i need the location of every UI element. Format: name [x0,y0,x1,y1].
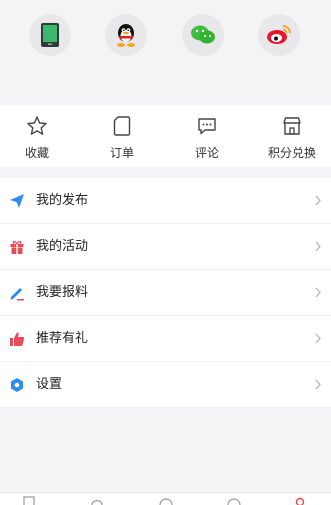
settings-label: 设置 [36,377,63,392]
video-tab-icon[interactable] [90,496,104,505]
comments-label: 评论 [194,146,219,160]
chevron-right-icon [315,379,321,390]
home-tab-icon[interactable] [22,496,36,505]
thumbs-up-icon [10,332,25,346]
weibo-login-button[interactable] [258,14,300,56]
profile-tab-icon[interactable] [293,496,307,505]
favorites-label: 收藏 [24,146,49,160]
phone-icon [41,23,59,47]
profile-page: 收藏 订单 评论 积分兑换 我的发布 我的活动 我要报料 推荐有礼 设置 [0,0,331,505]
qq-login-button[interactable] [105,14,147,56]
my-activities-item[interactable]: 我的活动 [0,224,331,270]
comment-icon [198,118,216,135]
orders-label: 订单 [109,146,134,160]
my-posts-label: 我的发布 [36,193,89,208]
points-exchange-button[interactable]: 积分兑换 [257,105,327,167]
bottom-tab-bar [0,492,331,505]
favorites-button[interactable]: 收藏 [2,105,72,167]
gift-icon [10,240,24,254]
my-activities-label: 我的活动 [36,239,89,254]
chevron-right-icon [315,287,321,298]
chevron-right-icon [315,241,321,252]
submit-tip-label: 我要报料 [36,285,89,300]
chevron-right-icon [315,333,321,344]
pen-icon [10,288,24,301]
quick-actions-bar: 收藏 订单 评论 积分兑换 [0,105,331,167]
qq-penguin-icon [117,24,135,47]
menu-list: 我的发布 我的活动 我要报料 推荐有礼 设置 [0,178,331,408]
wechat-icon [191,25,215,44]
referral-reward-label: 推荐有礼 [36,331,89,346]
login-methods-row [0,0,331,72]
settings-item[interactable]: 设置 [0,362,331,408]
wechat-login-button[interactable] [182,14,224,56]
settings-icon [11,378,23,392]
star-icon [27,116,47,135]
referral-reward-item[interactable]: 推荐有礼 [0,316,331,362]
store-icon [283,117,301,135]
my-posts-item[interactable]: 我的发布 [0,178,331,224]
discover-tab-icon[interactable] [159,496,173,505]
weibo-icon [267,25,291,44]
send-icon [10,194,24,208]
submit-tip-item[interactable]: 我要报料 [0,270,331,316]
chevron-right-icon [315,195,321,206]
orders-button[interactable]: 订单 [87,105,157,167]
points-exchange-label: 积分兑换 [267,146,316,160]
comments-button[interactable]: 评论 [172,105,242,167]
service-tab-icon[interactable] [227,496,241,505]
phone-login-button[interactable] [29,14,71,56]
order-icon [113,116,131,136]
